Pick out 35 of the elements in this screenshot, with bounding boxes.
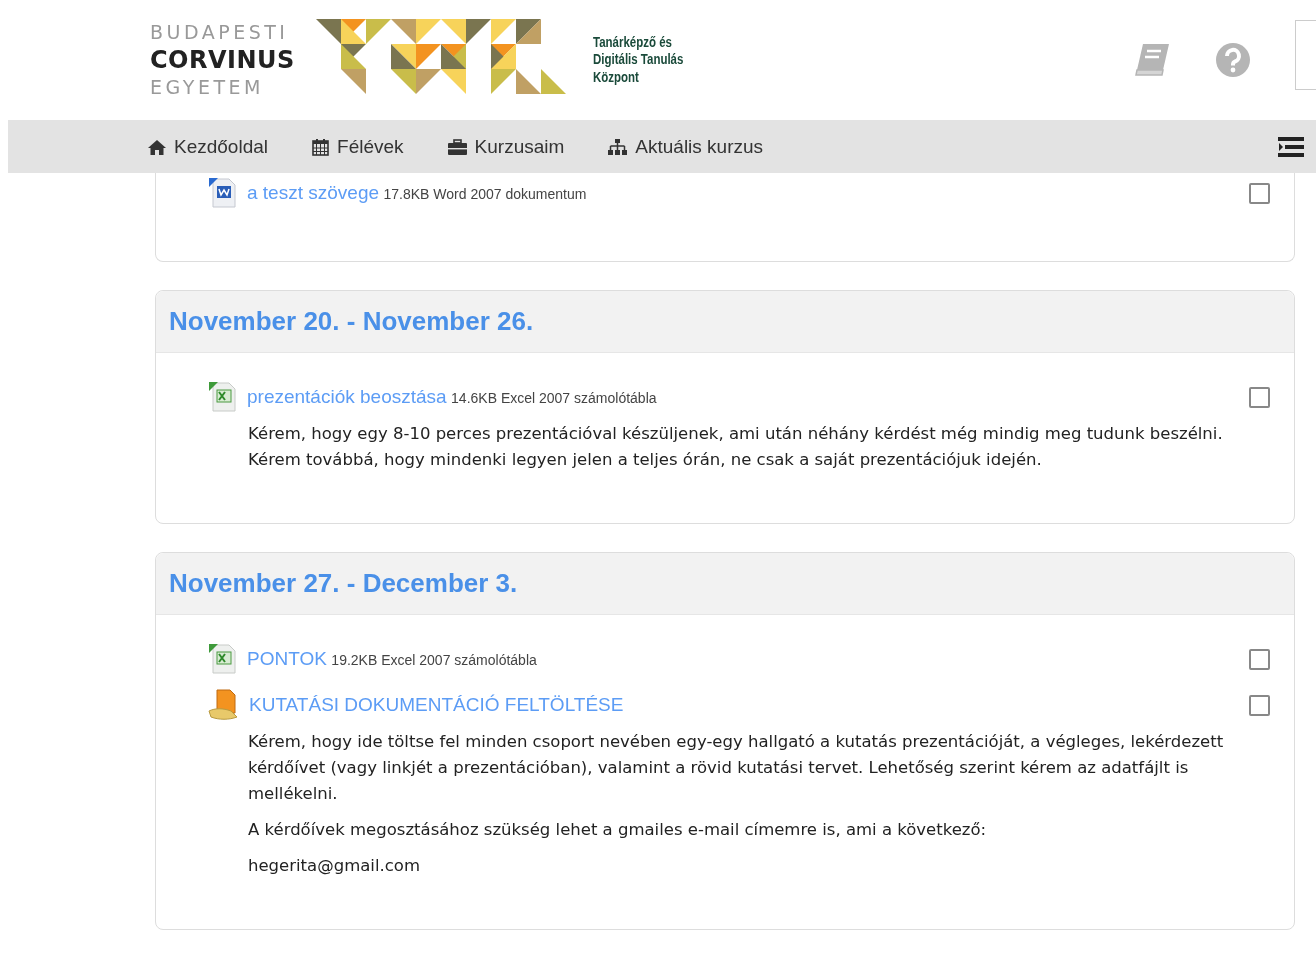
activity-description: hegerita@gmail.com [248, 855, 421, 877]
completion-checkbox[interactable] [1249, 386, 1270, 408]
completion-checkbox[interactable] [1249, 694, 1270, 716]
briefcase-icon [447, 138, 467, 155]
file-info: 17.8KB Word 2007 dokumentum [383, 186, 587, 202]
logo-text: Digitális Tanulás [593, 51, 684, 69]
word-file-icon [208, 177, 238, 209]
nav-link[interactable]: Félévek [312, 135, 404, 158]
nav-link[interactable]: Kezdőoldal [148, 135, 269, 158]
nav-link[interactable]: Kurzusaim [447, 135, 565, 158]
logo-text: Központ [593, 68, 640, 87]
activity-description: Kérem, hogy ide töltse fel minden csoport nevében egy-egy hallgató a kutatás prezentációját, a végleges, lekérdezett kérdőívet (vagy linkjét a prezentációban), valamint a rövid kutatási tervet. Lehetőség szerint kérem az adatfájlt is mellékelni. [248, 731, 1225, 805]
sidebar-toggle-icon[interactable] [1278, 136, 1304, 157]
logo-text: BUDAPESTI [150, 21, 290, 43]
file-info: 19.2KB Excel 2007 számolótábla [331, 652, 537, 668]
panel-edge [1295, 20, 1316, 90]
file-info: 14.6KB Excel 2007 számolótábla [451, 390, 657, 406]
logo-text: CORVINUS [150, 46, 296, 74]
activity-description: Kérem, hogy egy 8-10 perces prezentációval készüljenek, ami után néhány kérdést még mindig meg tudunk beszélni. Kérem továbbá, hogy mindenki legyen jelen a teljes órán, ne csak a saját prezentációjuk idején. [248, 423, 1224, 471]
completion-checkbox[interactable] [1249, 182, 1270, 204]
sitemap-icon [608, 138, 628, 155]
assignment-icon [208, 689, 240, 721]
nav-link[interactable]: Aktuális kurzus [608, 135, 764, 158]
logo-text: EGYETEM [150, 77, 265, 99]
activity-description: A kérdőívek megosztásához szükség lehet a gmailes e-mail címemre is, ami a következő: [248, 819, 988, 841]
completion-checkbox[interactable] [1249, 648, 1270, 670]
excel-file-icon [208, 643, 238, 675]
book-icon[interactable] [1133, 42, 1171, 78]
home-icon [148, 138, 166, 155]
logo-text: Tanárképző és [593, 33, 673, 52]
excel-file-icon [208, 381, 238, 413]
section-title: November 20. - November 26. [169, 306, 534, 337]
help-icon[interactable] [1215, 42, 1251, 78]
section-title: November 27. - December 3. [169, 568, 518, 599]
calendar-icon [312, 137, 330, 156]
